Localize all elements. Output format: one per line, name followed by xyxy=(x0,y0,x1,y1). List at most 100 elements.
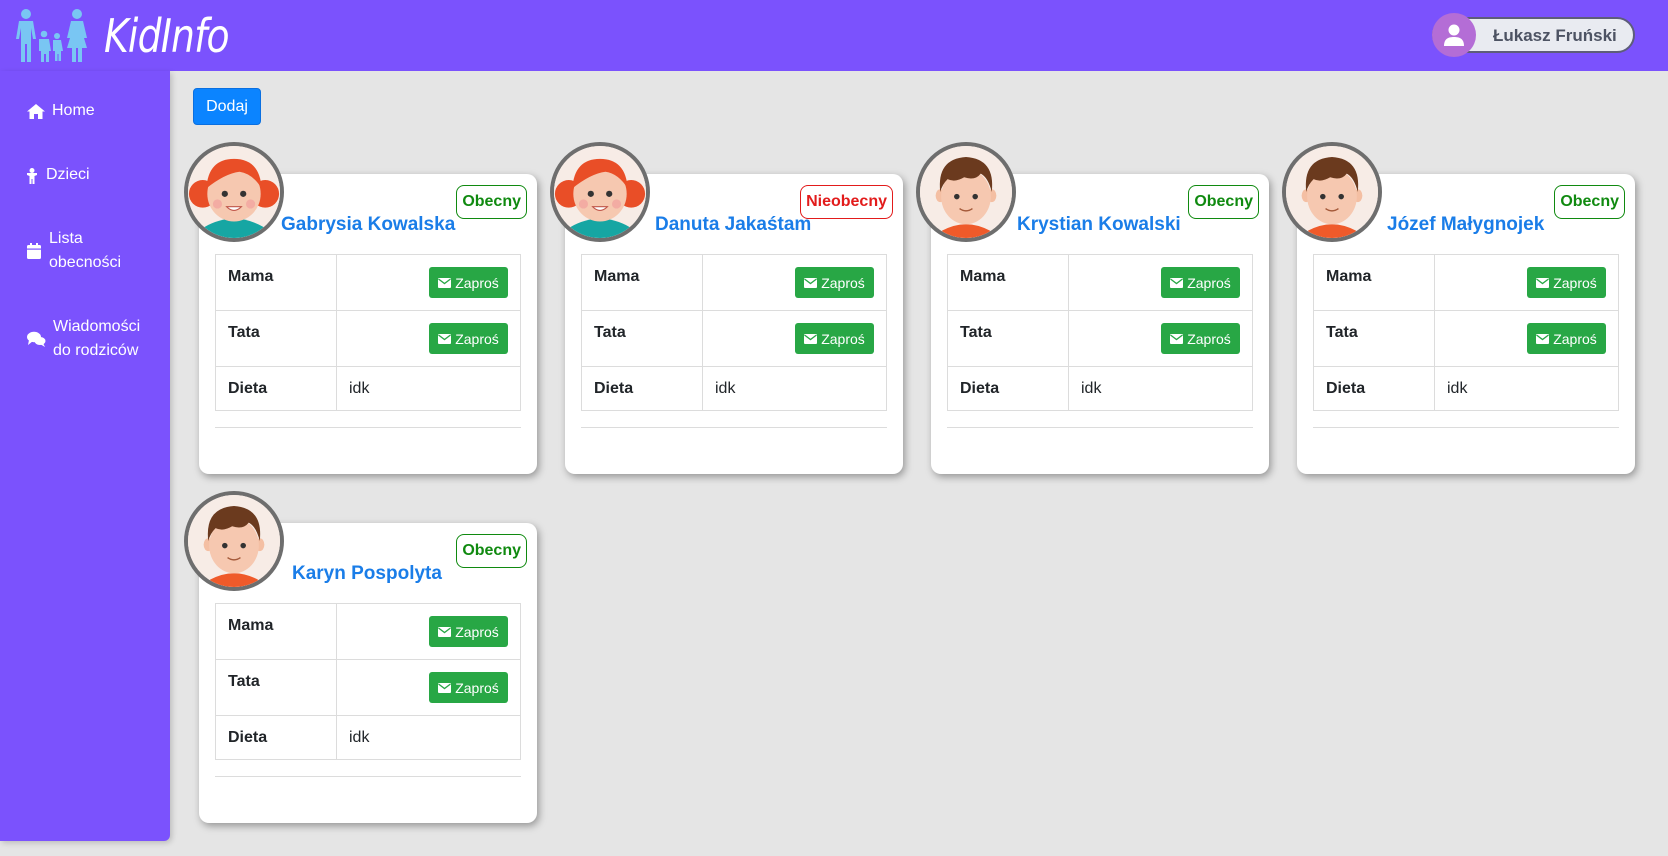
sidebar-item-label: Lista xyxy=(49,230,83,247)
father-label: Tata xyxy=(1313,310,1435,367)
invite-father-button[interactable]: Zaproś xyxy=(429,672,508,703)
sidebar-item-children[interactable]: Dzieci xyxy=(27,163,90,187)
boy-avatar-icon xyxy=(1286,146,1378,238)
invite-label: Zaproś xyxy=(455,330,499,347)
table-row: Dieta idk xyxy=(581,366,887,411)
invite-label: Zaproś xyxy=(455,274,499,291)
invite-label: Zaproś xyxy=(1187,330,1231,347)
table-row: Tata Zaproś xyxy=(581,310,887,367)
child-name[interactable]: Józef Małygnojek xyxy=(1387,214,1544,236)
child-name[interactable]: Krystian Kowalski xyxy=(1017,214,1181,236)
sidebar-item-label: Dzieci xyxy=(46,166,90,183)
table-row: Dieta idk xyxy=(947,366,1253,411)
table-row: Mama Zaproś xyxy=(581,254,887,311)
chat-icon xyxy=(27,315,53,347)
parents-table: Mama Zaproś Tata Zaproś Dieta idk xyxy=(215,603,521,760)
invite-father-button[interactable]: Zaproś xyxy=(1527,323,1606,354)
girl-avatar-icon xyxy=(554,146,646,238)
envelope-icon xyxy=(1170,277,1184,288)
father-label: Tata xyxy=(215,659,337,716)
parents-table: Mama Zaproś Tata Zaproś Dieta idk xyxy=(947,254,1253,411)
table-row: Mama Zaproś xyxy=(947,254,1253,311)
top-bar: KidInfo Łukasz Fruński xyxy=(0,0,1668,71)
parents-table: Mama Zaproś Tata Zaproś Dieta idk xyxy=(1313,254,1619,411)
diet-label: Dieta xyxy=(215,715,337,760)
father-label: Tata xyxy=(581,310,703,367)
table-row: Tata Zaproś xyxy=(215,659,521,716)
sidebar-item-label: do rodziców xyxy=(53,342,139,359)
invite-mother-button[interactable]: Zaproś xyxy=(429,267,508,298)
diet-value: idk xyxy=(336,366,521,411)
diet-value: idk xyxy=(336,715,521,760)
sidebar-item-attendance[interactable]: Lista obecności xyxy=(27,227,121,275)
status-badge: Obecny xyxy=(1188,185,1259,219)
logo-text: KidInfo xyxy=(104,9,230,63)
envelope-icon xyxy=(1536,333,1550,344)
invite-mother-button[interactable]: Zaproś xyxy=(1527,267,1606,298)
table-row: Mama Zaproś xyxy=(215,603,521,660)
table-row: Tata Zaproś xyxy=(215,310,521,367)
envelope-icon xyxy=(1536,277,1550,288)
mother-label: Mama xyxy=(1313,254,1435,311)
child-name[interactable]: Karyn Pospolyta xyxy=(292,563,442,585)
envelope-icon xyxy=(438,682,452,693)
status-badge: Obecny xyxy=(456,185,527,219)
invite-mother-button[interactable]: Zaproś xyxy=(795,267,874,298)
family-icon xyxy=(16,9,87,62)
father-label: Tata xyxy=(215,310,337,367)
invite-mother-button[interactable]: Zaproś xyxy=(429,616,508,647)
child-avatar xyxy=(916,142,1016,242)
mother-label: Mama xyxy=(215,254,337,311)
sidebar-item-label: obecności xyxy=(49,254,122,271)
divider xyxy=(215,776,521,777)
add-button[interactable]: Dodaj xyxy=(193,88,261,125)
envelope-icon xyxy=(804,277,818,288)
diet-value: idk xyxy=(1434,366,1619,411)
envelope-icon xyxy=(438,277,452,288)
user-avatar[interactable] xyxy=(1432,13,1476,57)
table-row: Dieta idk xyxy=(215,715,521,760)
invite-label: Zaproś xyxy=(821,330,865,347)
envelope-icon xyxy=(438,333,452,344)
user-icon xyxy=(1444,24,1464,46)
calendar-icon xyxy=(27,227,49,259)
sidebar: Home Dzieci Lista obecności Wiadomości d… xyxy=(0,71,170,841)
invite-label: Zaproś xyxy=(1553,330,1597,347)
invite-label: Zaproś xyxy=(821,274,865,291)
mother-label: Mama xyxy=(947,254,1069,311)
child-avatar xyxy=(550,142,650,242)
child-icon xyxy=(27,163,46,184)
mother-label: Mama xyxy=(581,254,703,311)
sidebar-item-home[interactable]: Home xyxy=(27,99,95,123)
parents-table: Mama Zaproś Tata Zaproś Dieta idk xyxy=(581,254,887,411)
boy-avatar-icon xyxy=(188,495,280,587)
table-row: Mama Zaproś xyxy=(215,254,521,311)
invite-label: Zaproś xyxy=(455,623,499,640)
status-badge: Obecny xyxy=(1554,185,1625,219)
sidebar-item-label: Wiadomości xyxy=(53,318,141,335)
envelope-icon xyxy=(438,626,452,637)
divider xyxy=(947,427,1253,428)
sidebar-item-messages[interactable]: Wiadomości do rodziców xyxy=(27,315,140,363)
table-row: Tata Zaproś xyxy=(1313,310,1619,367)
mother-label: Mama xyxy=(215,603,337,660)
diet-label: Dieta xyxy=(215,366,337,411)
diet-value: idk xyxy=(1068,366,1253,411)
boy-avatar-icon xyxy=(920,146,1012,238)
diet-label: Dieta xyxy=(1313,366,1435,411)
divider xyxy=(215,427,521,428)
child-avatar xyxy=(1282,142,1382,242)
table-row: Tata Zaproś xyxy=(947,310,1253,367)
child-name[interactable]: Gabrysia Kowalska xyxy=(281,214,455,236)
invite-father-button[interactable]: Zaproś xyxy=(1161,323,1240,354)
invite-father-button[interactable]: Zaproś xyxy=(795,323,874,354)
envelope-icon xyxy=(1170,333,1184,344)
child-avatar xyxy=(184,491,284,591)
invite-father-button[interactable]: Zaproś xyxy=(429,323,508,354)
table-row: Dieta idk xyxy=(1313,366,1619,411)
invite-mother-button[interactable]: Zaproś xyxy=(1161,267,1240,298)
child-name[interactable]: Danuta Jakaśtam xyxy=(655,214,811,236)
envelope-icon xyxy=(804,333,818,344)
app-logo[interactable]: KidInfo xyxy=(14,6,256,66)
table-row: Mama Zaproś xyxy=(1313,254,1619,311)
